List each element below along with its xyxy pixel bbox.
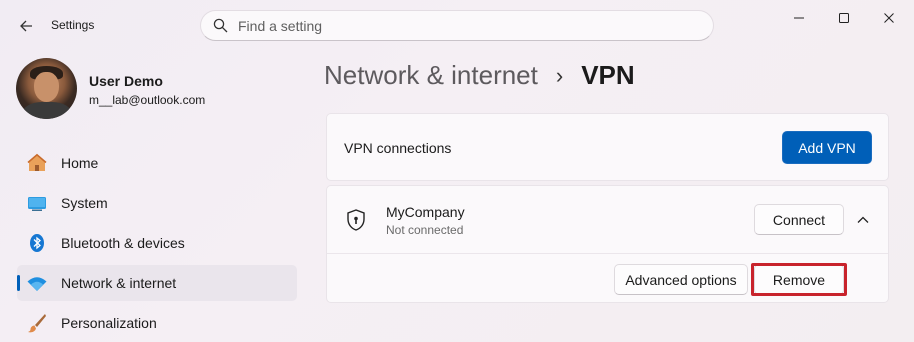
back-button[interactable] [12,12,40,40]
avatar[interactable] [16,58,77,119]
remove-button[interactable]: Remove [754,264,844,295]
breadcrumb-separator: › [555,62,564,88]
page-title: VPN [581,60,635,90]
sidebar-item-label: Bluetooth & devices [61,235,185,251]
vpn-connections-label: VPN connections [344,140,452,156]
connection-status: Not connected [386,223,464,237]
active-indicator [17,275,20,291]
sidebar-item-label: Network & internet [61,275,177,291]
brush-icon [26,312,48,334]
home-icon [26,152,48,174]
connection-name: MyCompany [386,204,465,220]
back-arrow-icon [20,20,32,32]
vpn-connections-card: VPN connections Add VPN [326,113,889,181]
sidebar-item-label: Home [61,155,99,171]
close-button[interactable] [866,6,912,30]
user-email: m__lab@outlook.com [89,93,206,107]
sidebar-item-bluetooth[interactable]: Bluetooth & devices [17,225,297,261]
sidebar-item-network[interactable]: Network & internet [17,265,297,301]
system-icon [26,192,48,214]
app-title: Settings [51,18,95,32]
search-icon [213,18,228,33]
maximize-button[interactable] [821,6,867,30]
sidebar-item-label: System [61,195,108,211]
sidebar-item-system[interactable]: System [17,185,297,221]
chevron-up-icon[interactable] [855,212,871,228]
bluetooth-icon [26,232,48,254]
advanced-options-button[interactable]: Advanced options [614,264,748,295]
wifi-icon [26,272,48,294]
sidebar-item-home[interactable]: Home [17,145,297,181]
connect-button[interactable]: Connect [754,204,844,235]
sidebar-item-personalization[interactable]: Personalization [17,305,297,341]
maximize-icon [839,13,849,23]
user-name: User Demo [89,73,163,89]
minimize-icon [794,17,804,19]
close-icon [884,13,894,23]
add-vpn-button[interactable]: Add VPN [782,131,872,164]
minimize-button[interactable] [776,6,822,30]
search-box[interactable] [200,10,714,41]
divider [327,253,888,254]
breadcrumb: Network & internet › VPN [324,60,635,91]
shield-icon [347,209,365,231]
breadcrumb-parent[interactable]: Network & internet [324,60,538,91]
sidebar-item-label: Personalization [61,315,157,331]
vpn-connection-card: MyCompany Not connected Connect Advanced… [326,185,889,303]
search-input[interactable] [238,17,678,34]
